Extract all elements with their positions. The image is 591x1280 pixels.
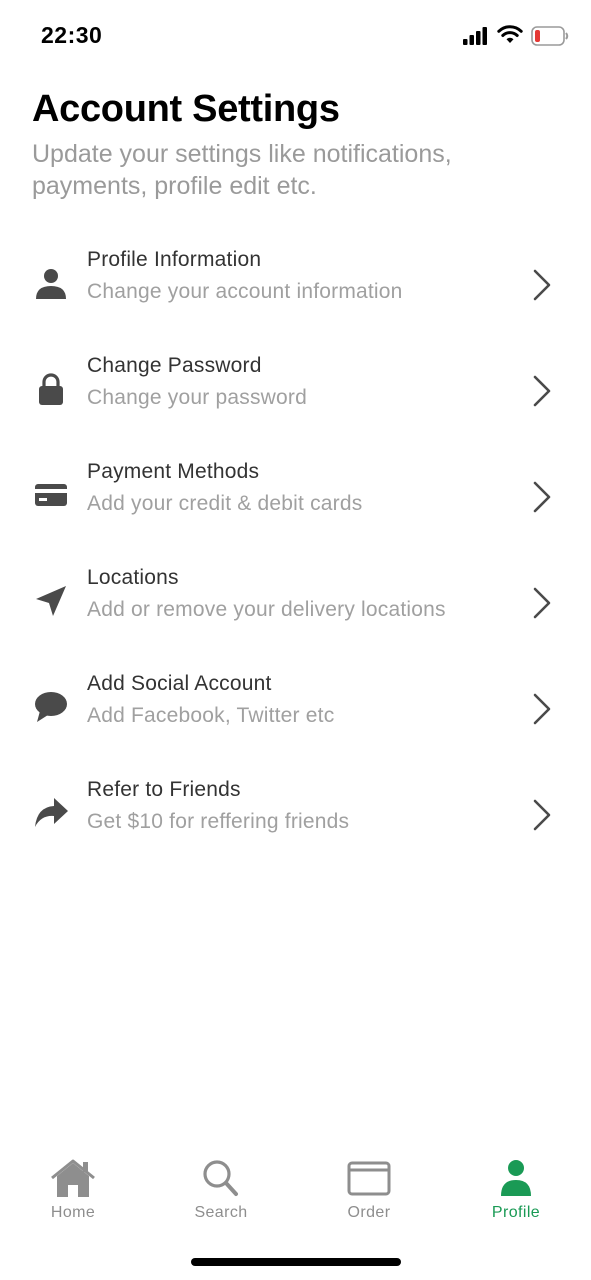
credit-card-icon [34,478,68,512]
setting-description: Change your password [87,386,307,409]
setting-title: Payment Methods [87,460,260,483]
tab-home[interactable]: Home [18,1150,128,1230]
setting-title: Add Social Account [87,672,272,695]
person-icon [501,1160,531,1196]
home-icon [51,1159,95,1197]
tab-label: Home [50,1204,96,1221]
setting-description: Add your credit & debit cards [87,492,363,515]
share-arrow-icon [34,796,68,830]
status-bar: 22:30 [0,0,591,72]
chevron-right-icon [533,799,551,831]
tab-profile[interactable]: Profile [461,1150,571,1230]
setting-description: Get $10 for reffering friends [87,810,350,833]
setting-locations[interactable]: Locations Add or remove your delivery lo… [0,550,591,656]
settings-list: Profile Information Change your account … [0,232,591,868]
setting-refer-to-friends[interactable]: Refer to Friends Get $10 for reffering f… [0,762,591,868]
setting-profile-information[interactable]: Profile Information Change your account … [0,232,591,338]
setting-title: Refer to Friends [87,778,241,801]
battery-icon [531,26,569,46]
page-title: Account Settings [32,88,340,130]
bottom-tab-bar: Home Search Order Profile [0,1150,591,1230]
setting-add-social-account[interactable]: Add Social Account Add Facebook, Twitter… [0,656,591,762]
tab-order[interactable]: Order [314,1150,424,1230]
setting-title: Profile Information [87,248,262,271]
chat-bubble-icon [34,690,68,724]
setting-change-password[interactable]: Change Password Change your password [0,338,591,444]
location-arrow-icon [34,584,68,618]
tab-label: Profile [491,1204,541,1221]
cellular-signal-icon [463,27,487,45]
setting-title: Change Password [87,354,262,377]
person-icon [34,266,68,300]
tab-label: Search [194,1204,248,1221]
wifi-icon [497,25,523,43]
tab-label: Order [347,1204,391,1221]
order-icon [347,1161,391,1196]
page-subtitle: Update your settings like notifications,… [32,140,452,200]
chevron-right-icon [533,481,551,513]
setting-description: Add Facebook, Twitter etc [87,704,335,727]
chevron-right-icon [533,587,551,619]
lock-icon [34,372,68,406]
setting-title: Locations [87,566,179,589]
chevron-right-icon [533,375,551,407]
search-icon [203,1160,238,1196]
home-indicator [191,1258,401,1266]
setting-description: Add or remove your delivery locations [87,598,446,621]
chevron-right-icon [533,693,551,725]
setting-payment-methods[interactable]: Payment Methods Add your credit & debit … [0,444,591,550]
status-time: 22:30 [41,22,103,48]
account-settings-screen: 22:30 Account Settings Update your setti… [0,0,591,1280]
setting-description: Change your account information [87,280,403,303]
chevron-right-icon [533,269,551,301]
tab-search[interactable]: Search [166,1150,276,1230]
